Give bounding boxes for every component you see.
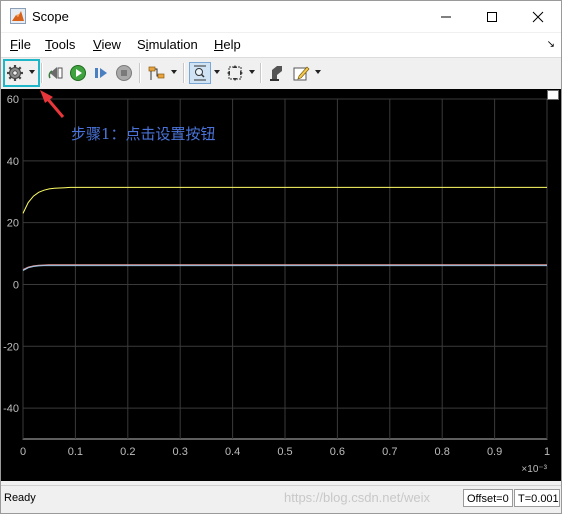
stop-button[interactable]	[113, 62, 135, 84]
x-tick-label: 0.7	[382, 446, 397, 458]
offset-field: Offset=0	[463, 489, 513, 507]
close-button[interactable]	[515, 1, 561, 32]
y-tick-label: -40	[3, 403, 19, 415]
signal-dropdown-icon[interactable]	[170, 68, 178, 76]
annotation-text: 步骤1：点击设置按钮	[71, 125, 216, 143]
menu-help-rest: elp	[223, 37, 241, 52]
x-tick-label: 0.8	[435, 446, 450, 458]
edit-icon	[293, 66, 310, 81]
undock-axes-icon[interactable]	[547, 90, 559, 100]
step-forward-button[interactable]	[90, 62, 112, 84]
step-back-icon	[48, 67, 63, 79]
menu-file[interactable]: File	[10, 37, 31, 52]
watermark: https://blog.csdn.net/weix	[284, 490, 430, 505]
fit-dropdown-icon[interactable]	[248, 68, 256, 76]
fit-axes-button[interactable]	[224, 62, 246, 84]
scope-window: Scope File Tools View Simulation Help ↘	[0, 0, 562, 514]
step-back-button[interactable]	[45, 62, 67, 84]
stop-icon	[116, 65, 132, 81]
step-forward-icon	[95, 68, 107, 78]
menu-simulation[interactable]: Simulation	[137, 37, 198, 52]
menu-dock-arrow-icon[interactable]: ↘	[547, 39, 555, 50]
x-tick-label: 0	[20, 446, 26, 458]
status-bar: Ready https://blog.csdn.net/weix Offset=…	[1, 485, 561, 513]
y-tick-label: 0	[13, 279, 19, 291]
highlight-signal-icon	[148, 66, 165, 80]
toolbar-separator	[183, 63, 185, 83]
close-icon	[532, 11, 544, 22]
x-tick-label: 0.5	[277, 446, 292, 458]
menu-tools-rest: ools	[51, 37, 76, 52]
toolbar-separator	[139, 63, 141, 83]
menu-file-rest: ile	[17, 37, 31, 52]
toolbar-separator	[260, 63, 262, 83]
x-exponent-label: ×10⁻³	[521, 464, 547, 475]
style-button[interactable]	[266, 62, 288, 84]
menu-view-rest: iew	[101, 37, 121, 52]
status-ready: Ready	[4, 492, 36, 504]
zoom-icon	[194, 65, 206, 81]
menu-simulation-s: S	[137, 37, 146, 52]
x-tick-label: 0.9	[487, 446, 502, 458]
x-tick-label: 0.1	[68, 446, 83, 458]
window-title: Scope	[32, 9, 69, 24]
y-tick-label: 40	[7, 156, 19, 168]
menu-file-mnemonic: F	[10, 37, 18, 52]
run-icon	[70, 65, 86, 81]
menu-help-mnemonic: H	[214, 37, 224, 52]
title-bar[interactable]: Scope	[1, 1, 561, 32]
menu-bar: File Tools View Simulation Help ↘	[1, 33, 561, 57]
zoom-dropdown-icon[interactable]	[213, 68, 221, 76]
x-tick-label: 0.4	[225, 446, 240, 458]
annotation-arrow-icon	[40, 90, 65, 118]
menu-help[interactable]: Help	[214, 37, 241, 52]
menu-simulation-rest: mulation	[148, 37, 198, 52]
y-tick-label: -20	[3, 341, 19, 353]
toolbar-separator	[41, 63, 43, 83]
matlab-scope-icon	[10, 8, 26, 24]
menu-tools[interactable]: Tools	[45, 37, 75, 52]
y-tick-label: 20	[7, 218, 19, 230]
y-tick-label: 60	[7, 94, 19, 106]
x-tick-label: 0.2	[120, 446, 135, 458]
settings-highlight-box	[3, 59, 40, 87]
fit-axes-icon	[227, 65, 243, 81]
edit-button[interactable]	[290, 62, 312, 84]
minimize-icon	[441, 16, 451, 17]
time-field: T=0.001	[514, 489, 560, 507]
run-button[interactable]	[67, 62, 89, 84]
x-tick-label: 0.6	[330, 446, 345, 458]
style-icon	[270, 66, 282, 81]
highlight-signal-button[interactable]	[146, 62, 168, 84]
x-tick-label: 1	[544, 446, 550, 458]
edit-dropdown-icon[interactable]	[314, 68, 322, 76]
maximize-button[interactable]	[469, 1, 515, 32]
scope-plot[interactable]: 0 0.1 0.2 0.3 0.4 0.5 0.6 0.7 0.8 0.9 1 60 40 20 0 -20 -…	[1, 89, 561, 481]
minimize-button[interactable]	[423, 1, 469, 32]
maximize-icon	[487, 11, 497, 22]
toolbar	[1, 57, 561, 90]
x-tick-label: 0.3	[173, 446, 188, 458]
zoom-button[interactable]	[189, 62, 211, 84]
menu-view[interactable]: View	[93, 37, 121, 52]
